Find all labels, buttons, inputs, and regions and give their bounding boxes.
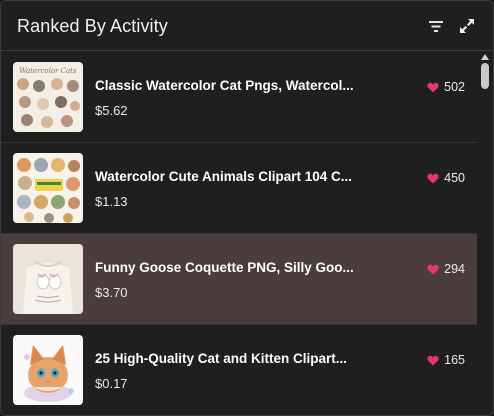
product-price: $1.13 — [95, 194, 128, 209]
expand-icon[interactable] — [457, 16, 477, 36]
product-price: $0.17 — [95, 376, 128, 391]
like-count-value: 502 — [444, 80, 465, 94]
product-thumbnail-funny-goose — [13, 244, 83, 314]
product-name: 25 High-Quality Cat and Kitten Clipart..… — [95, 351, 348, 366]
thumb-title: Watercolor Cats — [19, 67, 77, 75]
product-name: Funny Goose Coquette PNG, Silly Goo... — [95, 260, 354, 275]
product-thumbnail-watercolor-cats: Watercolor Cats — [13, 62, 83, 132]
scroll-up-arrow-icon[interactable] — [481, 54, 489, 60]
product-name: Watercolor Cute Animals Clipart 104 C... — [95, 169, 353, 184]
activity-list: Watercolor Cats Classic Watercolor Cat P… — [1, 52, 477, 415]
list-item[interactable]: Watercolor Cats Classic Watercolor Cat P… — [1, 52, 477, 143]
like-count-value: 294 — [444, 262, 465, 276]
panel-header: Ranked By Activity — [1, 1, 493, 51]
like-count: 294 — [427, 262, 465, 276]
like-count: 165 — [427, 353, 465, 367]
like-count: 450 — [427, 171, 465, 185]
like-count-value: 450 — [444, 171, 465, 185]
like-count: 502 — [427, 80, 465, 94]
like-count-value: 165 — [444, 353, 465, 367]
product-price: $3.70 — [95, 285, 128, 300]
product-thumbnail-cute-animals — [13, 153, 83, 223]
heart-icon — [427, 82, 439, 92]
heart-icon — [427, 173, 439, 183]
heart-icon — [427, 355, 439, 365]
heart-icon — [427, 264, 439, 274]
scrollbar-thumb[interactable] — [481, 63, 489, 89]
list-item[interactable]: Funny Goose Coquette PNG, Silly Goo... $… — [1, 234, 477, 325]
product-name: Classic Watercolor Cat Pngs, Watercol... — [95, 78, 354, 93]
list-scrollbar[interactable] — [477, 52, 493, 415]
ranked-activity-panel: Ranked By Activity Watercolor Cats Class… — [0, 0, 494, 416]
list-item[interactable]: Watercolor Cute Animals Clipart 104 C...… — [1, 143, 477, 234]
filter-icon[interactable] — [426, 16, 446, 36]
list-item[interactable]: 25 High-Quality Cat and Kitten Clipart..… — [1, 325, 477, 415]
product-thumbnail-kitten — [13, 335, 83, 405]
panel-title: Ranked By Activity — [17, 16, 168, 36]
product-price: $5.62 — [95, 103, 128, 118]
